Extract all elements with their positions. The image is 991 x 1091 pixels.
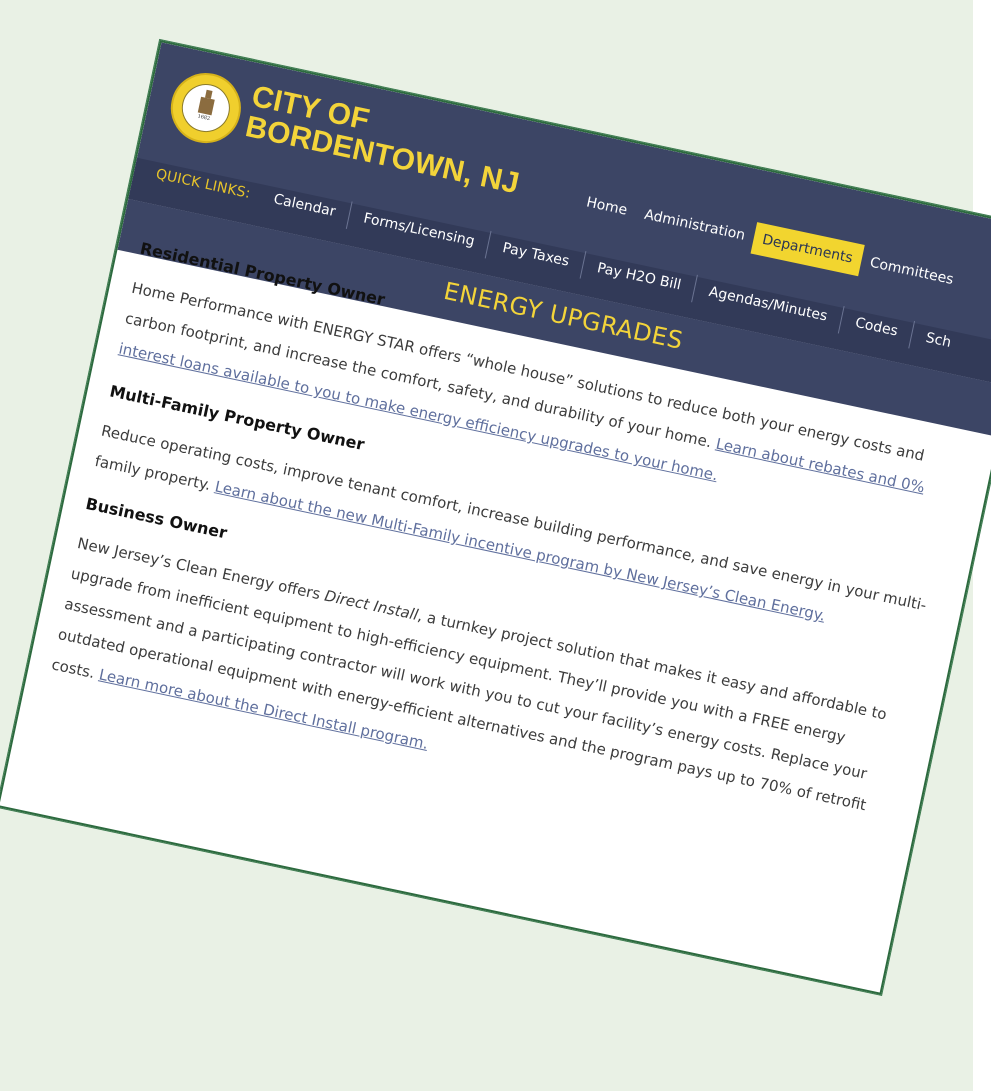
seal-building-icon [197,96,215,115]
nav-home[interactable]: Home [574,185,639,229]
webpage-screenshot-card: 1682 CITY OF BORDENTOWN, NJ Home Adminis… [0,40,991,995]
nav-departments[interactable]: Departments [750,222,865,277]
quick-link-schedule[interactable]: Sch [909,321,967,360]
nav-administration[interactable]: Administration [633,197,757,253]
seal-center: 1682 [177,79,235,137]
nav-committees[interactable]: Committees [858,245,965,298]
quick-link-codes[interactable]: Codes [838,306,916,349]
city-seal-logo[interactable]: 1682 [164,66,248,150]
